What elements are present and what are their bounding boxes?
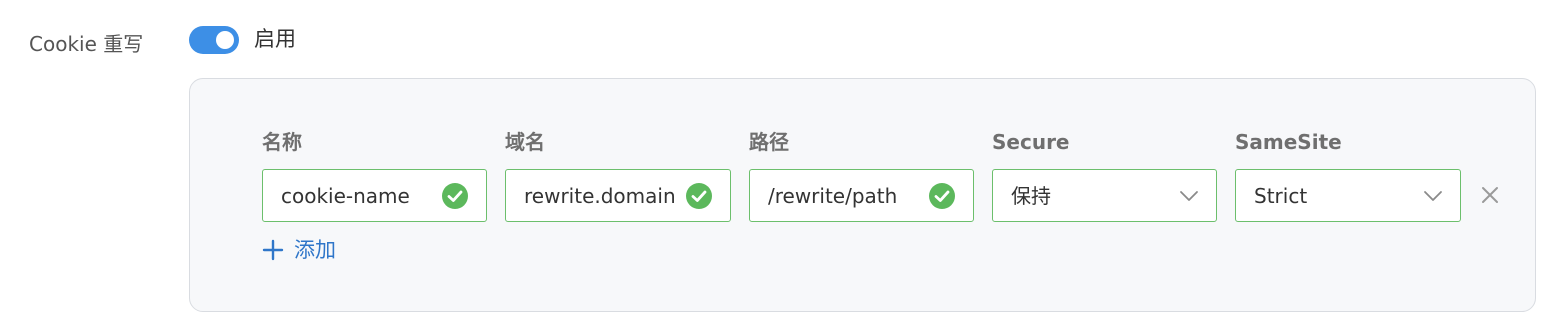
- secure-selected-value: 保持: [1011, 184, 1051, 208]
- samesite-select[interactable]: Strict: [1235, 169, 1461, 222]
- samesite-selected-value: Strict: [1254, 184, 1308, 208]
- cookie-name-value: cookie-name: [281, 184, 410, 208]
- cookie-domain-value: rewrite.domain: [524, 184, 676, 208]
- cookie-path-input[interactable]: /rewrite/path: [749, 169, 974, 222]
- cookie-rewrite-section: Cookie 重写 启用 名称 域名 路径 Secure SameSite co…: [0, 0, 1568, 330]
- close-icon[interactable]: [1479, 184, 1501, 206]
- cookie-domain-input[interactable]: rewrite.domain: [505, 169, 731, 222]
- chevron-down-icon: [1180, 191, 1198, 201]
- cookie-path-value: /rewrite/path: [768, 184, 898, 208]
- chevron-down-icon: [1424, 191, 1442, 201]
- cookie-name-input[interactable]: cookie-name: [262, 169, 487, 222]
- check-circle-icon: [686, 183, 712, 209]
- add-row-label: 添加: [294, 238, 336, 262]
- column-header-path: 路径: [749, 130, 789, 154]
- toggle-knob: [216, 31, 234, 49]
- secure-select[interactable]: 保持: [992, 169, 1217, 222]
- check-circle-icon: [929, 183, 955, 209]
- plus-icon: [262, 239, 284, 261]
- cookie-rewrite-label: Cookie 重写: [29, 32, 144, 56]
- column-header-samesite: SameSite: [1235, 130, 1342, 154]
- enable-toggle[interactable]: [189, 26, 239, 54]
- column-header-secure: Secure: [992, 130, 1070, 154]
- add-row-button[interactable]: 添加: [262, 235, 336, 265]
- column-header-name: 名称: [262, 130, 302, 154]
- enable-toggle-label: 启用: [254, 27, 296, 51]
- check-circle-icon: [442, 183, 468, 209]
- column-header-domain: 域名: [505, 130, 545, 154]
